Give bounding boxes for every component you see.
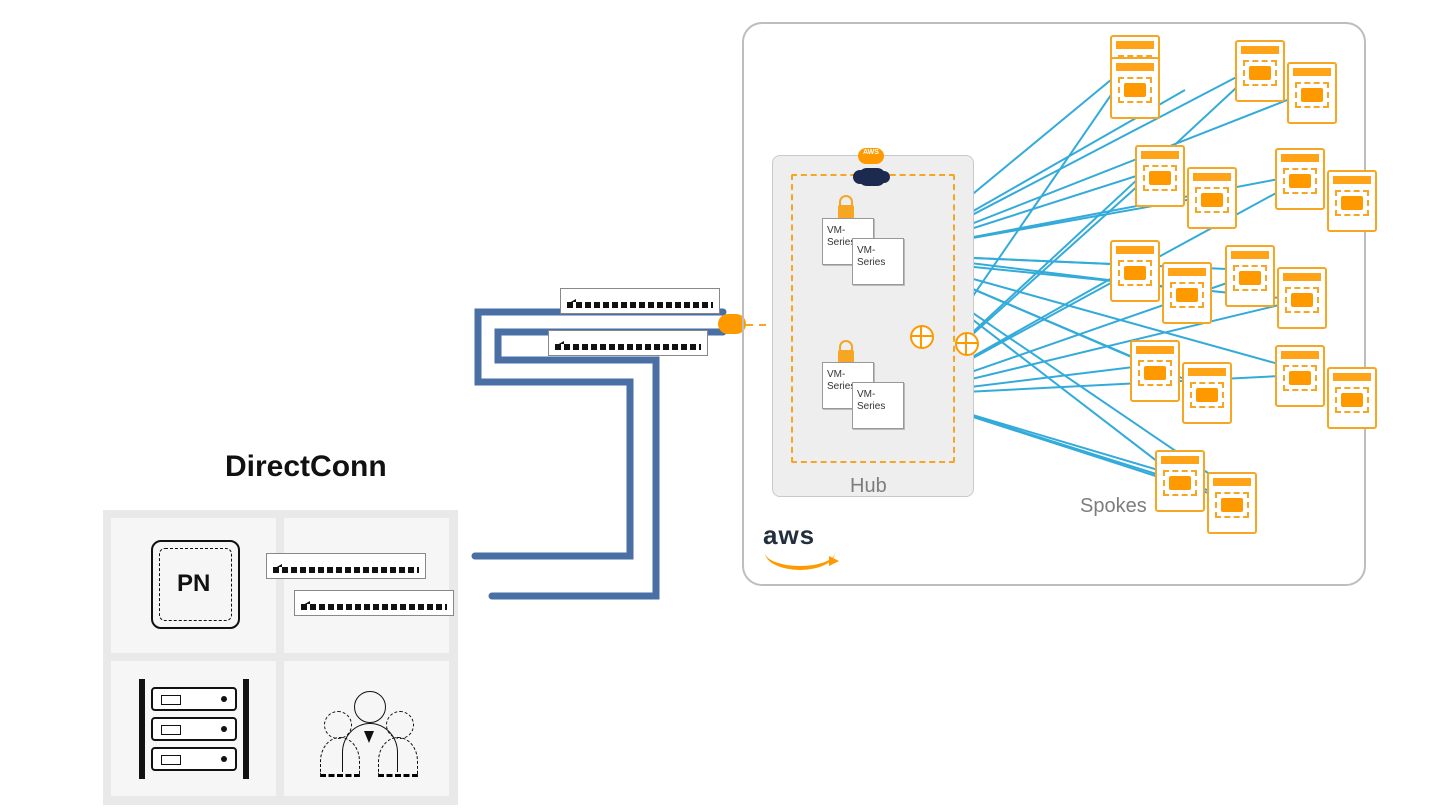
spoke-card	[1277, 267, 1327, 329]
spoke-card	[1135, 145, 1185, 207]
spoke-card	[1275, 345, 1325, 407]
onprem-cell-pn: PN	[111, 518, 276, 653]
spoke-card	[1287, 62, 1337, 124]
lb-icon-1	[910, 325, 934, 349]
panorama-cloud-icon	[858, 168, 886, 186]
spoke-card	[1187, 167, 1237, 229]
onprem-cell-switches	[284, 518, 449, 653]
spoke-card	[1225, 245, 1275, 307]
spoke-card	[1110, 57, 1160, 119]
spoke-card	[1130, 340, 1180, 402]
spoke-card	[1155, 450, 1205, 512]
aws-badge-icon: AWS	[858, 148, 884, 164]
spoke-card	[1182, 362, 1232, 424]
spokes-label: Spokes	[1080, 495, 1147, 518]
edge-switch-1	[560, 288, 720, 314]
edge-switch-2	[548, 330, 708, 356]
spoke-card	[1327, 170, 1377, 232]
spoke-card	[1235, 40, 1285, 102]
lb-icon-2	[955, 332, 979, 356]
onprem-cell-rack	[111, 661, 276, 796]
lock-icon-upper	[838, 205, 854, 219]
hub-box	[772, 155, 974, 497]
people-icon	[314, 681, 424, 781]
pn-label: PN	[177, 570, 210, 598]
directconn-title: DirectConn	[225, 450, 387, 484]
onprem-grid: PN	[103, 510, 458, 805]
diagram-stage: { "title": "DirectConn", "onprem": { "pn…	[0, 0, 1454, 808]
pn-icon: PN	[151, 540, 240, 629]
spoke-card	[1207, 472, 1257, 534]
vm-box-upper-2: VM- Series	[852, 238, 904, 285]
onprem-switch-2	[294, 590, 454, 616]
spoke-card	[1275, 148, 1325, 210]
spoke-card	[1327, 367, 1377, 429]
aws-logo: aws	[763, 520, 853, 570]
spoke-card	[1162, 262, 1212, 324]
spoke-card	[1110, 240, 1160, 302]
server-rack-icon	[139, 679, 249, 779]
hub-label: Hub	[850, 475, 887, 498]
onprem-cell-people	[284, 661, 449, 796]
vm-box-lower-2: VM- Series	[852, 382, 904, 429]
onprem-switch-1	[266, 553, 426, 579]
